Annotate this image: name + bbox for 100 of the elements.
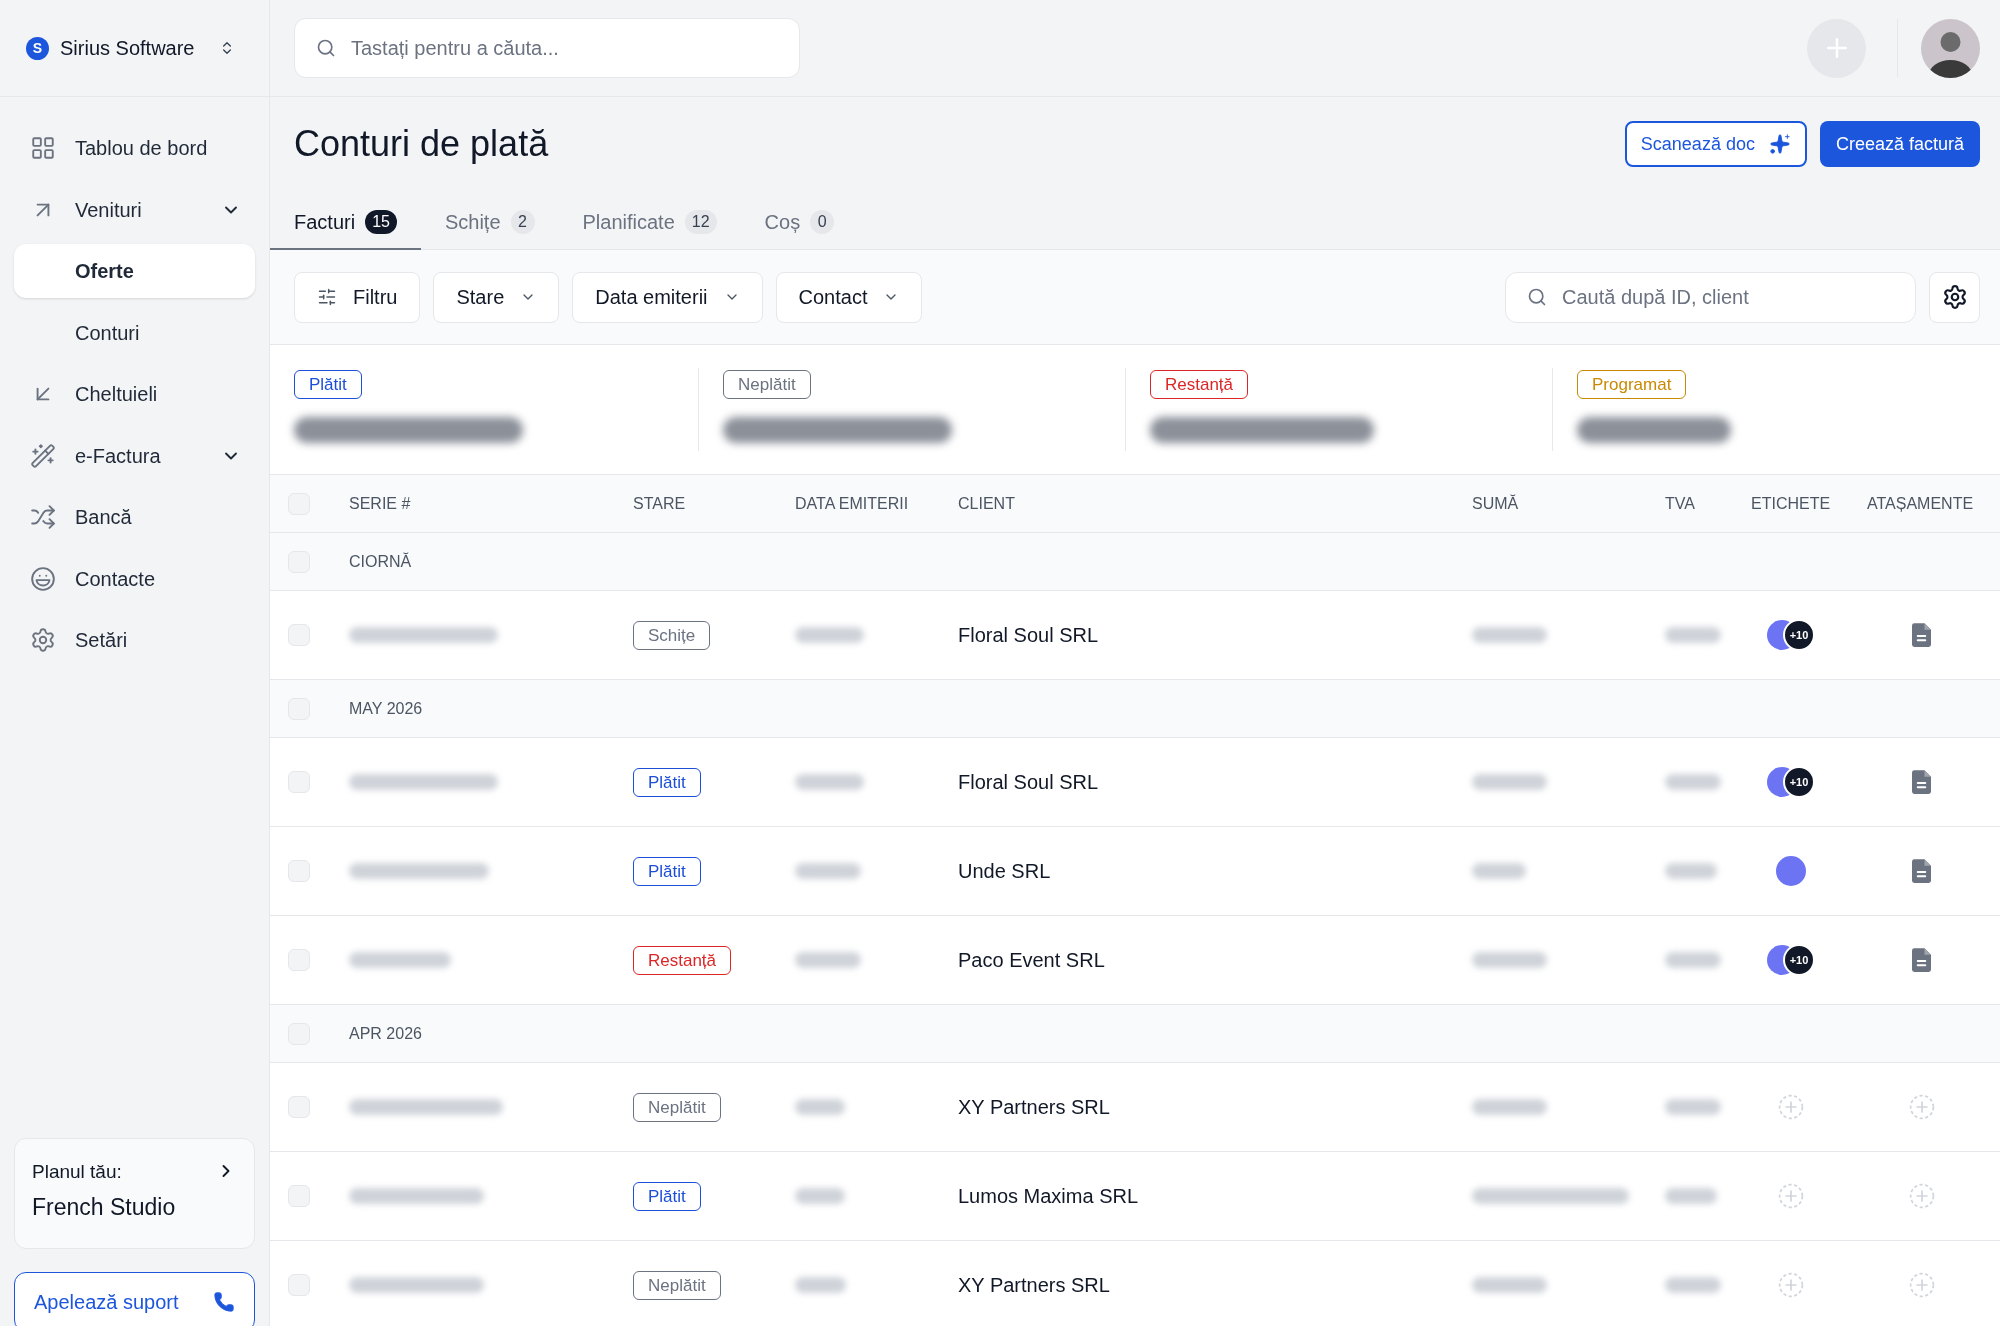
column-header: SUMĂ <box>1472 493 1519 514</box>
nav-item[interactable]: Setări <box>14 613 255 667</box>
checkbox[interactable] <box>288 1274 310 1296</box>
nav-item[interactable]: e-Factura <box>14 428 255 483</box>
more-tags-count: +10 <box>1783 766 1815 798</box>
shuffle-icon <box>30 504 56 530</box>
more-tags-count: +10 <box>1783 944 1815 976</box>
client-name: XY Partners SRL <box>958 1095 1110 1120</box>
settings-button[interactable] <box>1929 271 1980 323</box>
count-badge: 15 <box>365 209 397 234</box>
brand-logo: S <box>26 36 49 60</box>
dropdown-button[interactable]: Data emiterii <box>572 271 763 323</box>
status-tag: Restanță <box>633 945 732 975</box>
status-tag: Plătit <box>294 370 362 399</box>
magic-wand-icon <box>30 442 56 469</box>
workspace-name[interactable]: Sirius Software <box>60 33 195 63</box>
table-row[interactable]: Schițe Floral Soul SRL +10 <box>270 591 2000 680</box>
nav-item[interactable]: Cheltuieli <box>14 367 255 421</box>
count-badge: 2 <box>510 209 535 234</box>
blurred-placeholder <box>1665 863 1717 879</box>
nav-subitem[interactable]: Conturi <box>14 305 255 360</box>
client-name: Floral Soul SRL <box>958 623 1099 648</box>
table-row[interactable]: Neplătit XY Partners SRL <box>270 1063 2000 1152</box>
nav-item[interactable]: Tablou de bord <box>14 121 255 175</box>
checkbox[interactable] <box>288 1185 310 1207</box>
column-header: TVA <box>1665 493 1695 514</box>
checkbox[interactable] <box>288 771 310 793</box>
table-row[interactable]: Plătit Floral Soul SRL +10 <box>270 738 2000 827</box>
plan-name: French Studio <box>32 1193 176 1221</box>
add-attachment-icon[interactable] <box>1908 1094 1935 1120</box>
add-tag-icon[interactable] <box>1778 1094 1804 1120</box>
nav-item[interactable]: Contacte <box>14 551 255 606</box>
blurred-placeholder <box>795 952 861 968</box>
blurred-placeholder <box>1665 1277 1721 1293</box>
blurred-placeholder <box>795 1277 846 1293</box>
column-header: DATA EMITERII <box>795 493 909 514</box>
tab[interactable]: Coș 0 <box>740 195 859 250</box>
table-row[interactable]: Plătit Lumos Maxima SRL <box>270 1152 2000 1241</box>
checkbox[interactable] <box>288 1096 310 1118</box>
blurred-placeholder <box>1665 1099 1721 1115</box>
client-name: Floral Soul SRL <box>958 770 1099 795</box>
group-label: CIORNĂ <box>349 551 412 572</box>
scan-button[interactable]: Scanează doc <box>1624 121 1807 167</box>
column-header: STARE <box>633 493 686 514</box>
add-attachment-icon[interactable] <box>1908 1183 1935 1209</box>
table-row[interactable]: Restanță Paco Event SRL +10 <box>270 916 2000 1005</box>
client-name: Paco Event SRL <box>958 948 1105 973</box>
document-icon[interactable] <box>1912 623 1931 647</box>
status-tag: Schițe <box>633 620 711 650</box>
add-tag-icon[interactable] <box>1778 1183 1804 1209</box>
nav-item[interactable]: Venituri <box>14 182 255 237</box>
blurred-placeholder <box>795 627 864 643</box>
blurred-placeholder <box>795 1099 845 1115</box>
filter-button[interactable]: Filtru <box>294 271 421 323</box>
page-title: Conturi de plată <box>294 122 549 166</box>
group-label: MAY 2026 <box>349 698 423 719</box>
column-header: CLIENT <box>958 493 1015 514</box>
table-row[interactable]: Plătit Unde SRL <box>270 827 2000 916</box>
blurred-placeholder <box>1665 1188 1717 1204</box>
column-header: ATAȘAMENTE <box>1867 493 1974 514</box>
create-invoice-button[interactable]: Creează factură <box>1819 121 1980 167</box>
checkbox[interactable] <box>288 860 310 882</box>
nav-item[interactable]: Bancă <box>14 490 255 544</box>
count-badge: 0 <box>810 209 835 234</box>
status-tag: Restanță <box>1150 370 1249 399</box>
plan-label: Planul tău: <box>32 1161 123 1183</box>
document-icon[interactable] <box>1912 859 1931 883</box>
table-search-field[interactable]: Caută după ID, client <box>1505 271 1916 323</box>
nav-subitem[interactable]: Oferte <box>14 244 255 298</box>
blurred-placeholder <box>795 863 861 879</box>
search-icon <box>316 38 336 58</box>
support-button[interactable]: Apelează suport <box>14 1272 255 1326</box>
dropdown-button[interactable]: Stare <box>433 271 560 323</box>
tab[interactable]: Schițe 2 <box>420 195 559 250</box>
search-field[interactable]: Tastați pentru a căuta... <box>294 18 800 78</box>
checkbox[interactable] <box>288 949 310 971</box>
document-icon[interactable] <box>1912 948 1931 972</box>
blurred-placeholder <box>1472 863 1526 879</box>
client-name: XY Partners SRL <box>958 1273 1110 1298</box>
status-tag: Neplătit <box>633 1270 721 1300</box>
column-header: ETICHETE <box>1751 493 1831 514</box>
add-tag-icon[interactable] <box>1778 1272 1804 1298</box>
blurred-placeholder <box>795 1188 845 1204</box>
group-label: APR 2026 <box>349 1023 422 1044</box>
status-tag: Plătit <box>633 856 701 886</box>
tab[interactable]: Planificate 12 <box>558 195 741 250</box>
plan-card[interactable]: Planul tău: French Studio <box>14 1138 255 1249</box>
dropdown-button[interactable]: Contact <box>775 271 923 323</box>
blurred-placeholder <box>795 774 864 790</box>
count-badge: 12 <box>684 209 717 234</box>
status-tag: Plătit <box>633 1181 701 1211</box>
checkbox[interactable] <box>288 624 310 646</box>
client-name: Lumos Maxima SRL <box>958 1184 1139 1209</box>
blurred-placeholder <box>1665 952 1721 968</box>
table-row[interactable]: Neplătit XY Partners SRL <box>270 1241 2000 1326</box>
add-attachment-icon[interactable] <box>1908 1272 1935 1298</box>
more-tags-count: +10 <box>1783 619 1815 651</box>
document-icon[interactable] <box>1912 770 1931 794</box>
sliders-icon <box>317 287 337 307</box>
smiley-icon <box>30 565 56 592</box>
